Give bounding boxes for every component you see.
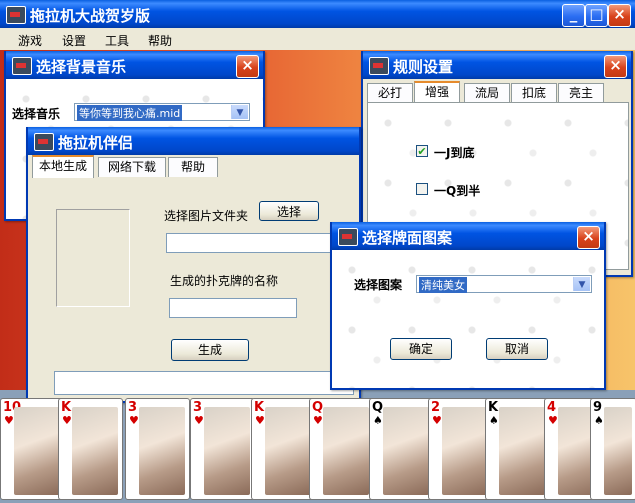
tab-network-download[interactable]: 网络下载 [98, 157, 166, 177]
music-dialog-title: 选择背景音乐 [36, 58, 127, 76]
preview-box [56, 209, 130, 307]
rules-tabstrip: 必打 增强 流局 扣底 亮主 [367, 81, 629, 104]
ok-button[interactable]: 确定 [390, 338, 452, 360]
maximize-button[interactable]: □ [585, 4, 608, 27]
pattern-dialog-title: 选择牌面图案 [362, 229, 453, 247]
main-titlebar[interactable]: 拖拉机大战贺岁版 _ □ × [0, 0, 635, 28]
app-icon [6, 6, 26, 24]
partner-dialog: 拖拉机伴侣 本地生成 网络下载 帮助 选择图片文件夹 选择 生成的扑克牌的名称 … [26, 127, 361, 403]
menu-settings[interactable]: 设置 [62, 32, 86, 49]
minimize-button[interactable]: _ [562, 4, 585, 27]
tab-koudi[interactable]: 扣底 [511, 83, 557, 103]
folder-path-input[interactable] [166, 233, 334, 253]
option-label: 一Q到半 [434, 184, 481, 198]
rules-dialog-titlebar[interactable]: 规则设置 × [363, 51, 631, 79]
option-label: 一J到底 [434, 146, 475, 160]
cancel-button[interactable]: 取消 [486, 338, 548, 360]
menu-help[interactable]: 帮助 [148, 32, 172, 49]
pattern-dialog-body: 选择图案 清纯美女 ▼ 确定 取消 [332, 250, 604, 388]
tab-bida[interactable]: 必打 [367, 83, 413, 103]
tab-help[interactable]: 帮助 [168, 157, 218, 177]
pattern-dialog-titlebar[interactable]: 选择牌面图案 × [332, 222, 604, 250]
tab-zengqiang[interactable]: 增强 [414, 81, 460, 104]
generate-button[interactable]: 生成 [171, 339, 249, 361]
card-name-input[interactable] [169, 298, 297, 318]
menu-bar: 游戏 设置 工具 帮助 [0, 28, 635, 50]
tab-liangzhu[interactable]: 亮主 [558, 83, 604, 103]
rules-dialog-icon [369, 57, 389, 75]
pattern-dialog-close-button[interactable]: × [577, 226, 600, 249]
rules-dialog-close-button[interactable]: × [604, 55, 627, 78]
partner-dialog-title: 拖拉机伴侣 [58, 134, 134, 152]
status-field [54, 371, 354, 395]
pattern-selected-value: 清纯美女 [419, 277, 467, 293]
checkbox-checked[interactable]: ✔ [416, 145, 428, 157]
music-dialog-icon [12, 57, 32, 75]
tab-liuju[interactable]: 流局 [464, 83, 510, 103]
pattern-select[interactable]: 清纯美女 ▼ [416, 275, 592, 293]
rules-dialog-title: 规则设置 [393, 58, 454, 76]
menu-tools[interactable]: 工具 [105, 32, 129, 49]
chevron-down-icon[interactable]: ▼ [231, 105, 248, 119]
main-title: 拖拉机大战贺岁版 [30, 7, 151, 25]
chevron-down-icon[interactable]: ▼ [573, 277, 590, 291]
checkbox-unchecked[interactable] [416, 183, 428, 195]
music-dialog-titlebar[interactable]: 选择背景音乐 × [6, 51, 263, 79]
folder-label: 选择图片文件夹 [164, 209, 249, 223]
pattern-dialog-icon [338, 228, 358, 246]
partner-dialog-icon [34, 133, 54, 151]
music-select[interactable]: 等你等到我心痛.mid ▼ [74, 103, 250, 121]
music-selected-value: 等你等到我心痛.mid [77, 105, 183, 121]
partner-dialog-body: 本地生成 网络下载 帮助 选择图片文件夹 选择 生成的扑克牌的名称 生成 [28, 155, 359, 401]
partner-dialog-titlebar[interactable]: 拖拉机伴侣 [28, 127, 359, 155]
music-dialog-close-button[interactable]: × [236, 55, 259, 78]
pattern-dialog: 选择牌面图案 × 选择图案 清纯美女 ▼ 确定 取消 [330, 222, 606, 390]
pattern-label: 选择图案 [354, 278, 403, 292]
card-name-label: 生成的扑克牌的名称 [170, 274, 279, 288]
music-label: 选择音乐 [12, 107, 61, 121]
select-folder-button[interactable]: 选择 [259, 201, 319, 221]
table-strip [0, 390, 635, 503]
close-button[interactable]: × [608, 4, 631, 27]
menu-game[interactable]: 游戏 [18, 32, 42, 49]
tab-local-generate[interactable]: 本地生成 [32, 155, 94, 178]
partner-tabstrip: 本地生成 网络下载 帮助 [32, 155, 332, 179]
